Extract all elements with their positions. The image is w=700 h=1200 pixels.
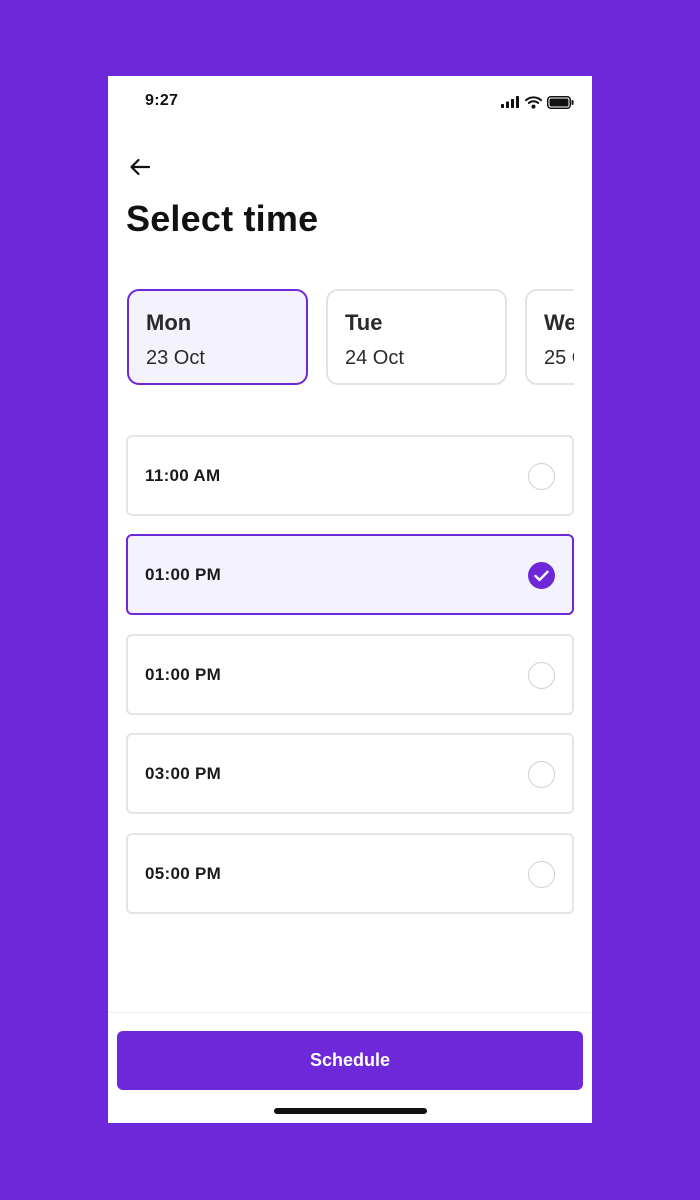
date-day-label: Mon (146, 310, 192, 335)
footer-divider (108, 1012, 592, 1013)
date-day-label: Wed (544, 310, 574, 335)
phone-screen: 9:27 Select time Mon 23 Oct Tue 24 Oct W… (108, 76, 592, 1123)
radio-unchecked-icon[interactable] (528, 761, 555, 788)
status-bar: 9:27 (108, 76, 592, 128)
time-slot-1100am[interactable]: 11:00 AM (126, 435, 574, 516)
date-date-label: 23 Oct (146, 347, 205, 369)
time-slot-label: 11:00 AM (145, 466, 221, 485)
date-day-label: Tue (345, 310, 383, 335)
checkmark-icon (534, 570, 549, 581)
cellular-signal-icon (501, 96, 519, 108)
time-slot-label: 01:00 PM (145, 665, 222, 684)
radio-unchecked-icon[interactable] (528, 463, 555, 490)
arrow-left-icon (130, 158, 151, 176)
page-title: Select time (126, 198, 319, 239)
date-card-wed[interactable]: Wed 25 Oct (525, 289, 574, 385)
time-slot-0300pm[interactable]: 03:00 PM (126, 733, 574, 814)
date-date-label: 25 Oct (544, 347, 574, 369)
home-indicator[interactable] (274, 1108, 427, 1114)
time-slot-label: 03:00 PM (145, 764, 222, 783)
battery-icon (547, 95, 574, 109)
radio-unchecked-icon[interactable] (528, 662, 555, 689)
radio-unchecked-icon[interactable] (528, 861, 555, 888)
time-slot-0100pm[interactable]: 01:00 PM (126, 634, 574, 715)
time-slot-label: 01:00 PM (145, 565, 222, 584)
time-slot-label: 05:00 PM (145, 864, 222, 883)
time-slot-0100pm-selected[interactable]: 01:00 PM (126, 534, 574, 615)
back-button[interactable] (125, 154, 155, 180)
status-icons (501, 95, 574, 109)
radio-checked-icon[interactable] (528, 562, 555, 589)
date-date-label: 24 Oct (345, 347, 404, 369)
wifi-icon (525, 95, 542, 109)
date-selector: Mon 23 Oct Tue 24 Oct Wed 25 Oct (126, 288, 574, 390)
date-card-tue[interactable]: Tue 24 Oct (326, 289, 507, 385)
schedule-button[interactable]: Schedule (117, 1031, 583, 1090)
date-card-mon[interactable]: Mon 23 Oct (127, 289, 308, 385)
time-slot-0500pm[interactable]: 05:00 PM (126, 833, 574, 914)
status-time: 9:27 (145, 92, 179, 109)
